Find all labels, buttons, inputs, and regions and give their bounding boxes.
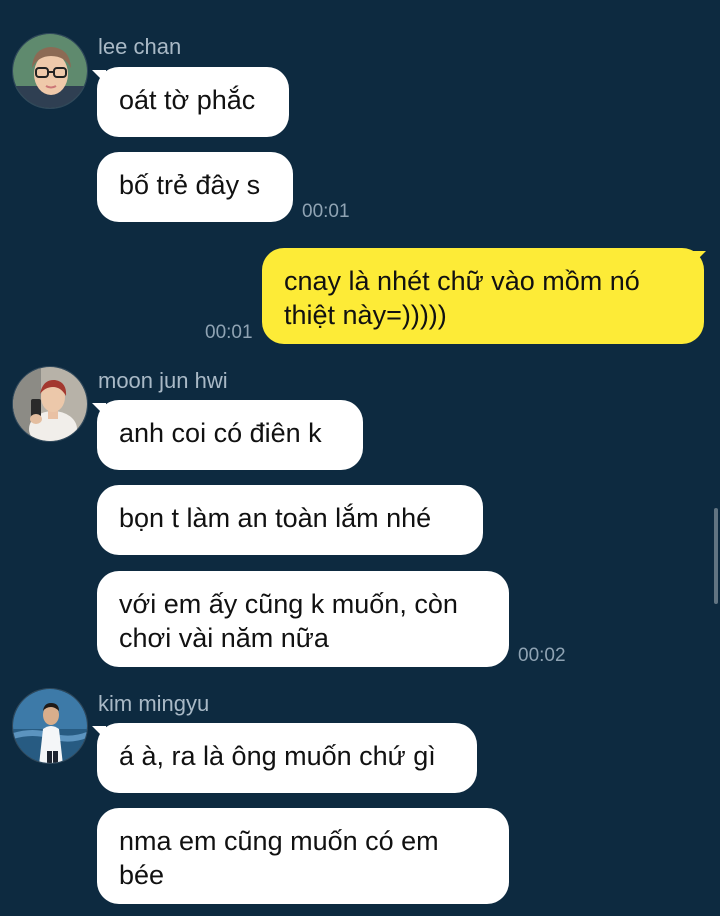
sender-name: lee chan [98,34,182,59]
avatar-photo-icon [13,34,87,108]
avatar-moon-jun-hwi[interactable] [12,366,88,442]
avatar-photo-icon [13,367,87,441]
avatar-lee-chan[interactable] [12,33,88,109]
message-bubble[interactable]: anh coi có điên k [97,400,363,470]
message-bubble[interactable]: nma em cũng muốn có em bée [97,808,509,904]
message-bubble[interactable]: bọn t làm an toàn lắm nhé [97,485,483,555]
sender-name: kim mingyu [98,691,210,716]
message-bubble-outgoing[interactable]: cnay là nhét chữ vào mồm nó thiệt này=))… [262,248,704,344]
message-bubble[interactable]: bố trẻ đây s [97,152,293,222]
avatar-photo-icon [13,689,87,763]
message-bubble[interactable]: oát tờ phắc [97,67,289,137]
message-timestamp: 00:01 [205,322,253,343]
message-bubble[interactable]: á à, ra là ông muốn chứ gì [97,723,477,793]
bubble-tail [692,251,706,265]
avatar-kim-mingyu[interactable] [12,688,88,764]
scrollbar-thumb[interactable] [714,508,718,604]
message-timestamp: 00:01 [302,201,350,222]
message-bubble[interactable]: với em ấy cũng k muốn, còn chơi vài năm … [97,571,509,667]
sender-name: moon jun hwi [98,368,228,393]
message-timestamp: 00:02 [518,645,566,666]
